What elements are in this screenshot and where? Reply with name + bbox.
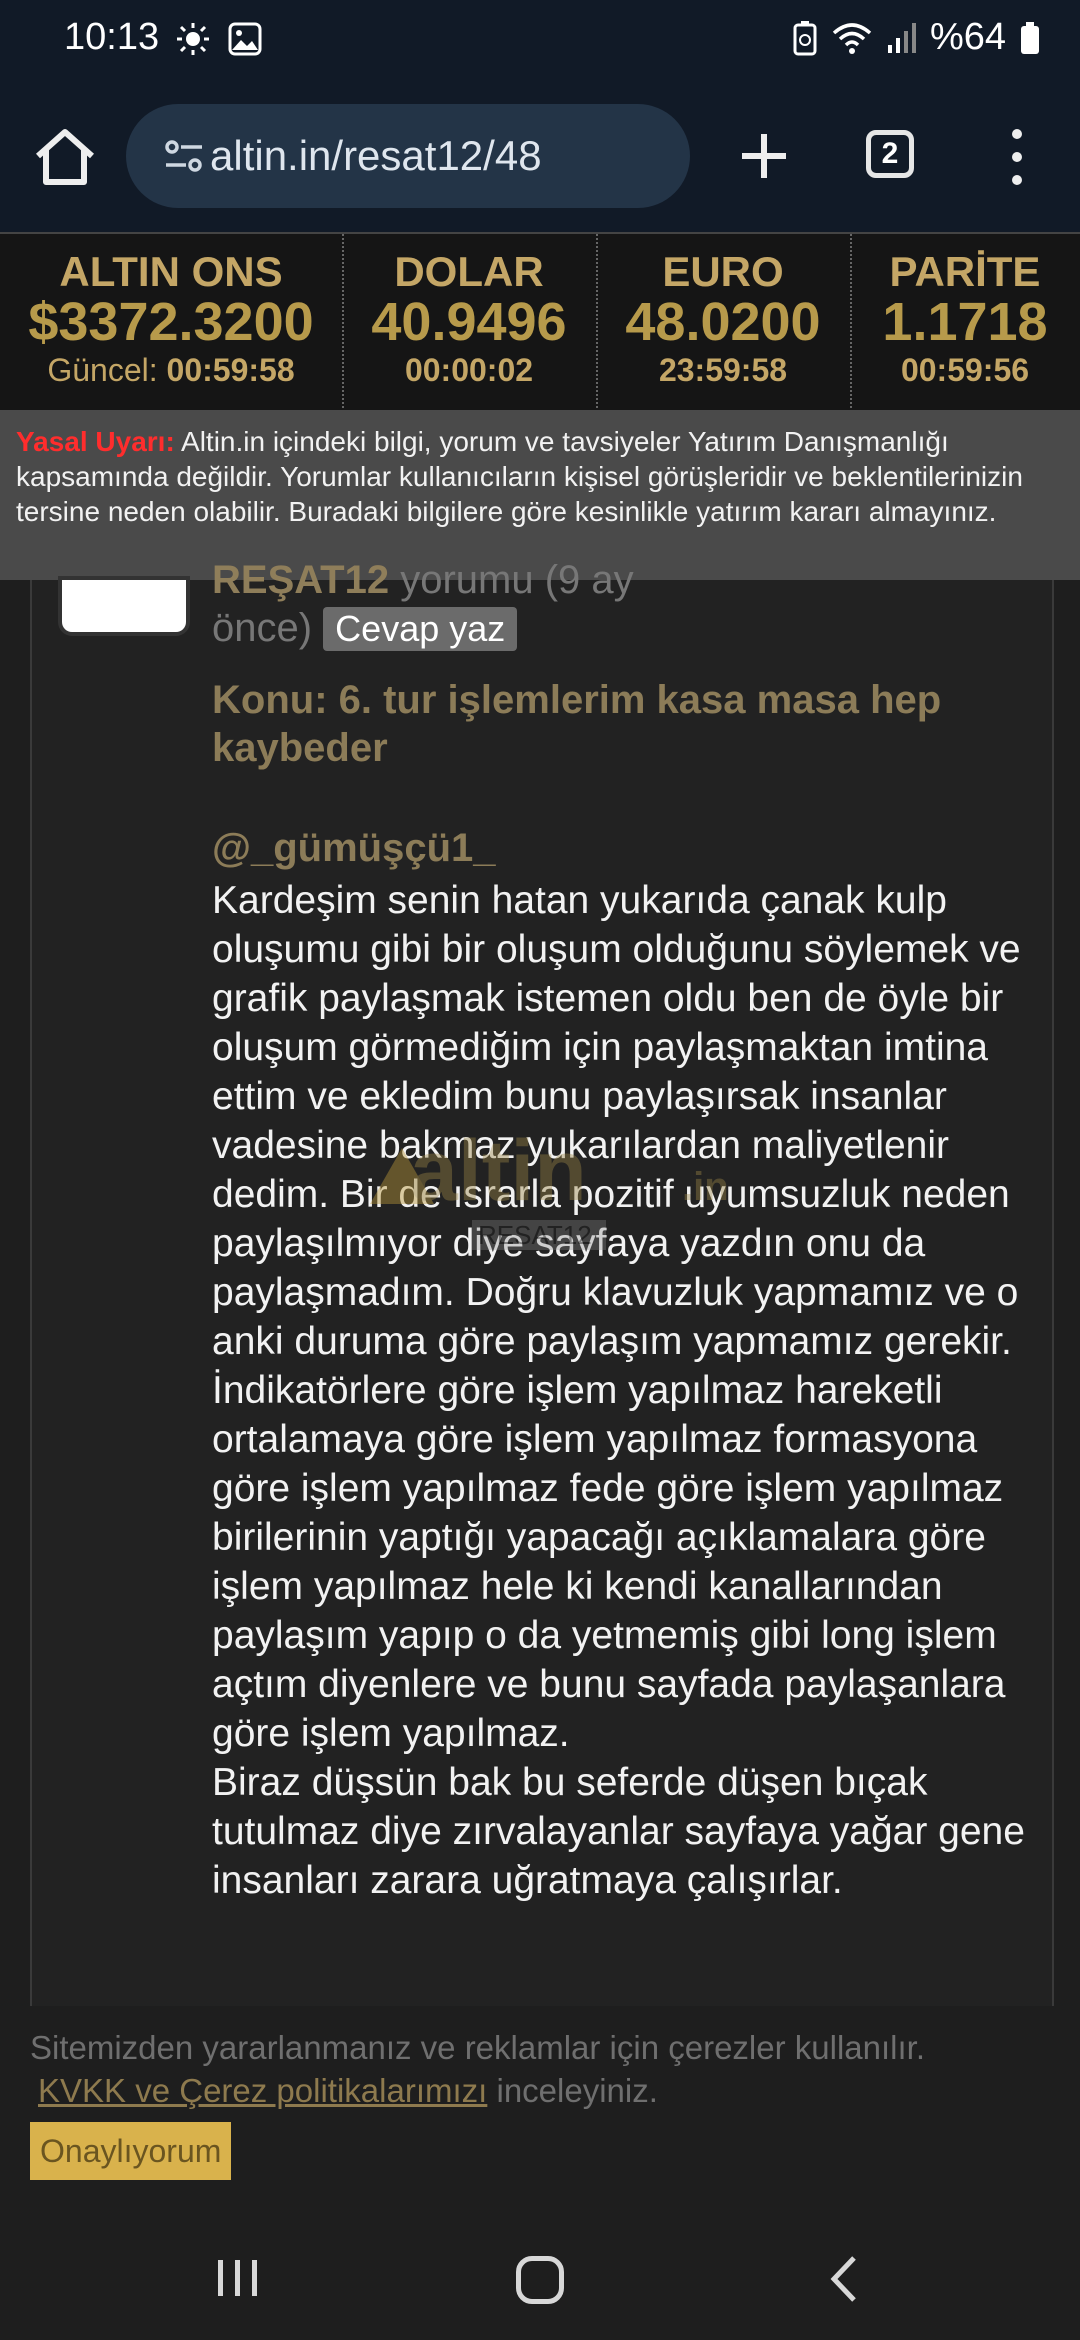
wifi-icon	[832, 22, 872, 54]
comment-meta: yorumu (9 ay	[389, 558, 634, 602]
ticker-name: ALTIN ONS	[59, 248, 283, 295]
ticker-time-value: 00:59:58	[166, 352, 295, 388]
more-menu-icon[interactable]	[1002, 124, 1032, 190]
new-tab-icon[interactable]	[728, 120, 800, 192]
signal-icon	[887, 22, 916, 53]
address-bar[interactable]: altin.in/resat12/48	[126, 104, 690, 208]
tab-switcher-button[interactable]: 2	[866, 130, 914, 178]
cookie-message: Sitemizden yararlanmanız ve reklamlar iç…	[30, 2029, 925, 2066]
recent-apps-icon[interactable]	[216, 2258, 260, 2298]
comment-body: Kardeşim senin hatan yukarıda çanak kulp…	[212, 876, 1032, 1905]
comment-paragraph: Biraz düşsün bak bu seferde düşen bıçak …	[212, 1761, 1025, 1902]
status-icons-right: %64	[792, 16, 1040, 59]
ticker-time-value: 23:59:58	[658, 352, 788, 388]
system-nav-bar	[0, 2212, 1080, 2340]
brightness-icon	[177, 23, 209, 55]
avatar[interactable]	[62, 580, 186, 632]
browser-toolbar: altin.in/resat12/48 2	[0, 80, 1080, 232]
cookie-suffix: inceleyiniz.	[487, 2072, 658, 2109]
comment-meta-time: önce)	[212, 606, 324, 650]
ticker-dolar[interactable]: DOLAR 40.9496 00:00:02	[342, 234, 596, 412]
ticker-time-value: 00:59:56	[900, 352, 1030, 388]
battery-icon	[1021, 21, 1039, 54]
reply-button[interactable]: Cevap yaz	[323, 607, 518, 651]
comment-mention[interactable]: @_gümüşçü1_	[212, 826, 496, 871]
comment-header: REŞAT12 yorumu (9 ay önce) Cevap yaz	[212, 556, 852, 652]
topic-label: Konu:	[212, 678, 328, 722]
ticker-euro[interactable]: EURO 48.0200 23:59:58	[596, 234, 850, 412]
ticker-time-label: Güncel:	[47, 352, 158, 388]
site-settings-icon[interactable]	[164, 138, 204, 174]
ticker-time: Güncel: 00:59:58	[0, 352, 342, 389]
status-icons-left	[176, 22, 262, 56]
url-text: altin.in/resat12/48	[210, 132, 542, 179]
ticker-altin-ons[interactable]: ALTIN ONS $3372.3200 Güncel: 00:59:58	[0, 234, 342, 412]
home-icon[interactable]	[30, 122, 100, 192]
ticker-value: 1.1718	[882, 292, 1048, 352]
ticker-name: PARİTE	[889, 248, 1041, 295]
status-time: 10:13	[64, 16, 160, 58]
comment-author[interactable]: REŞAT12	[212, 558, 389, 602]
cookie-banner: Sitemizden yararlanmanız ve reklamlar iç…	[0, 2006, 1080, 2212]
ticker-value: 40.9496	[371, 292, 567, 352]
ticker-time-value: 00:00:02	[404, 352, 534, 388]
price-ticker: ALTIN ONS $3372.3200 Güncel: 00:59:58 DO…	[0, 232, 1080, 412]
legal-warning: Yasal Uyarı: Altin.in içindeki bilgi, yo…	[0, 410, 1080, 580]
cookie-policy-link[interactable]: KVKK ve Çerez politikalarımızı	[38, 2072, 487, 2109]
back-icon[interactable]	[826, 2254, 860, 2304]
ticker-name: EURO	[662, 248, 784, 295]
gallery-icon	[228, 22, 262, 56]
battery-saver-icon	[793, 20, 817, 55]
accept-cookies-button[interactable]: Onaylıyorum	[30, 2122, 232, 2180]
comment-paragraph: Kardeşim senin hatan yukarıda çanak kulp…	[212, 879, 1021, 1755]
comment-topic[interactable]: Konu: 6. tur işlemlerim kasa masa hep ka…	[212, 676, 1012, 772]
home-nav-icon[interactable]	[516, 2256, 564, 2304]
cookie-text: Sitemizden yararlanmanız ve reklamlar iç…	[30, 2026, 1060, 2112]
ticker-value: $3372.3200	[28, 292, 314, 352]
ticker-value: 48.0200	[625, 292, 821, 352]
warning-label: Yasal Uyarı:	[16, 426, 175, 457]
ticker-name: DOLAR	[394, 248, 544, 295]
battery-percent: %64	[929, 16, 1006, 58]
status-bar: 10:13 %64	[0, 0, 1080, 80]
ticker-parite[interactable]: PARİTE 1.1718 00:59:56	[850, 234, 1080, 412]
